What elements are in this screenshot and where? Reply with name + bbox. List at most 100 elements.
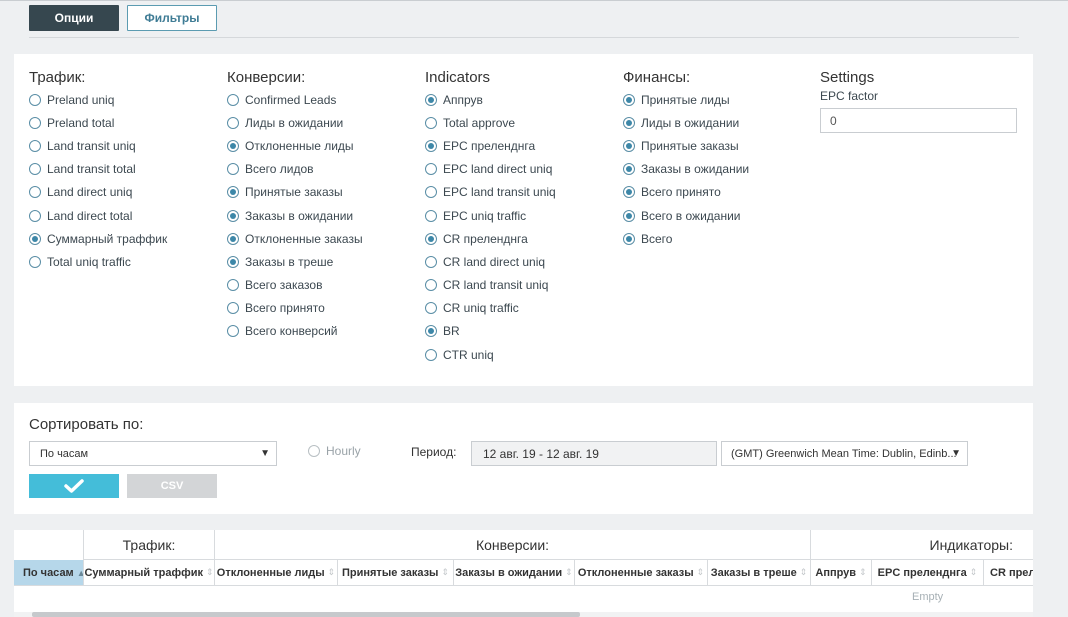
column-header-hours[interactable]: По часам▲ bbox=[14, 560, 84, 586]
radio-checked-icon[interactable] bbox=[227, 186, 239, 199]
finances-option[interactable]: Принятые заказы bbox=[623, 134, 749, 157]
indicators-option[interactable]: Total approve bbox=[425, 111, 556, 134]
option-label: CR land transit uniq bbox=[443, 278, 549, 293]
sort-by-select[interactable]: По часам ▼ bbox=[29, 441, 277, 466]
finances-option[interactable]: Лиды в ожидании bbox=[623, 111, 749, 134]
indicators-option[interactable]: CR преленднга bbox=[425, 227, 556, 250]
radio-unchecked-icon[interactable] bbox=[29, 255, 41, 268]
radio-checked-icon[interactable] bbox=[227, 209, 239, 222]
indicators-option[interactable]: EPC land transit uniq bbox=[425, 181, 556, 204]
radio-unchecked-icon[interactable] bbox=[29, 93, 41, 106]
traffic-option[interactable]: Land direct uniq bbox=[29, 181, 167, 204]
conversions-option[interactable]: Лиды в ожидании bbox=[227, 111, 363, 134]
radio-checked-icon[interactable] bbox=[227, 232, 239, 245]
conversions-option[interactable]: Отклоненные лиды bbox=[227, 134, 363, 157]
column-header-approve[interactable]: Аппрув ⇕ bbox=[811, 560, 872, 586]
conversions-option[interactable]: Заказы в ожидании bbox=[227, 204, 363, 227]
conversions-option[interactable]: Всего принято bbox=[227, 297, 363, 320]
options-panel: Трафик: Preland uniq Preland total Land tr… bbox=[14, 54, 1033, 386]
traffic-option[interactable]: Total uniq traffic bbox=[29, 250, 167, 273]
horizontal-scrollbar-thumb[interactable] bbox=[32, 612, 580, 617]
indicators-option[interactable]: CTR uniq bbox=[425, 343, 556, 366]
traffic-option[interactable]: Land direct total bbox=[29, 204, 167, 227]
conversions-option[interactable]: Принятые заказы bbox=[227, 181, 363, 204]
radio-unchecked-icon[interactable] bbox=[425, 209, 437, 222]
option-label: Отклоненные заказы bbox=[245, 231, 363, 246]
radio-unchecked-icon[interactable] bbox=[425, 116, 437, 129]
radio-checked-icon[interactable] bbox=[623, 232, 635, 245]
hourly-radio[interactable]: Hourly bbox=[308, 444, 361, 458]
radio-unchecked-icon[interactable] bbox=[425, 255, 437, 268]
indicators-option[interactable]: CR uniq traffic bbox=[425, 297, 556, 320]
options-tab-button[interactable]: Опции bbox=[29, 5, 119, 31]
timezone-select[interactable]: (GMT) Greenwich Mean Time: Dublin, Edinb… bbox=[721, 441, 968, 466]
radio-unchecked-icon[interactable] bbox=[227, 93, 239, 106]
indicators-option[interactable]: BR bbox=[425, 320, 556, 343]
indicators-option[interactable]: EPC land direct uniq bbox=[425, 158, 556, 181]
traffic-option[interactable]: Land transit total bbox=[29, 158, 167, 181]
radio-unchecked-icon[interactable] bbox=[29, 209, 41, 222]
indicators-option[interactable]: EPC преленднга bbox=[425, 134, 556, 157]
radio-checked-icon[interactable] bbox=[425, 232, 437, 245]
radio-unchecked-icon[interactable] bbox=[227, 302, 239, 315]
radio-checked-icon[interactable] bbox=[623, 93, 635, 106]
column-header-accepted-orders[interactable]: Принятые заказы ⇕ bbox=[338, 560, 454, 586]
finances-option[interactable]: Всего bbox=[623, 227, 749, 250]
sort-icon: ⇕ bbox=[859, 567, 867, 577]
finances-option[interactable]: Всего принято bbox=[623, 181, 749, 204]
radio-checked-icon[interactable] bbox=[623, 116, 635, 129]
radio-checked-icon[interactable] bbox=[29, 232, 41, 245]
radio-checked-icon[interactable] bbox=[623, 163, 635, 176]
conversions-option[interactable]: Всего конверсий bbox=[227, 320, 363, 343]
radio-unchecked-icon[interactable] bbox=[227, 279, 239, 292]
column-header-total-traffic[interactable]: Суммарный траффик ⇕ bbox=[84, 560, 215, 586]
radio-unchecked-icon[interactable] bbox=[227, 163, 239, 176]
column-header-cr-preland[interactable]: CR прелен bbox=[984, 560, 1033, 586]
conversions-option[interactable]: Всего заказов bbox=[227, 274, 363, 297]
traffic-option[interactable]: Preland total bbox=[29, 111, 167, 134]
radio-checked-icon[interactable] bbox=[425, 325, 437, 338]
conversions-option[interactable]: Всего лидов bbox=[227, 158, 363, 181]
radio-unchecked-icon[interactable] bbox=[29, 186, 41, 199]
radio-checked-icon[interactable] bbox=[623, 209, 635, 222]
finances-option[interactable]: Заказы в ожидании bbox=[623, 158, 749, 181]
traffic-option[interactable]: Суммарный траффик bbox=[29, 227, 167, 250]
radio-unchecked-icon[interactable] bbox=[425, 302, 437, 315]
filters-tab-button[interactable]: Фильтры bbox=[127, 5, 217, 31]
indicators-option[interactable]: CR land transit uniq bbox=[425, 274, 556, 297]
radio-checked-icon[interactable] bbox=[425, 139, 437, 152]
conversions-option[interactable]: Заказы в треше bbox=[227, 250, 363, 273]
radio-checked-icon[interactable] bbox=[623, 186, 635, 199]
epc-factor-input[interactable] bbox=[820, 108, 1017, 133]
radio-unchecked-icon[interactable] bbox=[227, 116, 239, 129]
radio-unchecked-icon[interactable] bbox=[29, 163, 41, 176]
radio-checked-icon[interactable] bbox=[425, 93, 437, 106]
finances-option[interactable]: Принятые лиды bbox=[623, 88, 749, 111]
column-header-epc-preland[interactable]: EPC преленднга ⇕ bbox=[872, 560, 984, 586]
column-header-pending-orders[interactable]: Заказы в ожидании ⇕ bbox=[454, 560, 575, 586]
radio-checked-icon[interactable] bbox=[623, 139, 635, 152]
radio-unchecked-icon[interactable] bbox=[425, 163, 437, 176]
radio-unchecked-icon[interactable] bbox=[425, 348, 437, 361]
column-header-rejected-orders[interactable]: Отклоненные заказы ⇕ bbox=[575, 560, 708, 586]
column-header-rejected-leads[interactable]: Отклоненные лиды ⇕ bbox=[215, 560, 338, 586]
radio-unchecked-icon[interactable] bbox=[425, 186, 437, 199]
column-header-trash-orders[interactable]: Заказы в треше ⇕ bbox=[708, 560, 811, 586]
radio-unchecked-icon[interactable] bbox=[227, 325, 239, 338]
csv-export-button[interactable]: CSV bbox=[127, 474, 217, 498]
period-date-range-input[interactable]: 12 авг. 19 - 12 авг. 19 bbox=[471, 441, 717, 466]
traffic-option[interactable]: Land transit uniq bbox=[29, 134, 167, 157]
radio-unchecked-icon[interactable] bbox=[29, 116, 41, 129]
radio-unchecked-icon[interactable] bbox=[29, 139, 41, 152]
apply-button[interactable] bbox=[29, 474, 119, 498]
traffic-option[interactable]: Preland uniq bbox=[29, 88, 167, 111]
radio-checked-icon[interactable] bbox=[227, 255, 239, 268]
finances-option[interactable]: Всего в ожидании bbox=[623, 204, 749, 227]
radio-unchecked-icon[interactable] bbox=[425, 279, 437, 292]
conversions-option[interactable]: Отклоненные заказы bbox=[227, 227, 363, 250]
indicators-option[interactable]: CR land direct uniq bbox=[425, 250, 556, 273]
conversions-option[interactable]: Confirmed Leads bbox=[227, 88, 363, 111]
indicators-option[interactable]: EPC uniq traffic bbox=[425, 204, 556, 227]
indicators-option[interactable]: Аппрув bbox=[425, 88, 556, 111]
radio-checked-icon[interactable] bbox=[227, 139, 239, 152]
